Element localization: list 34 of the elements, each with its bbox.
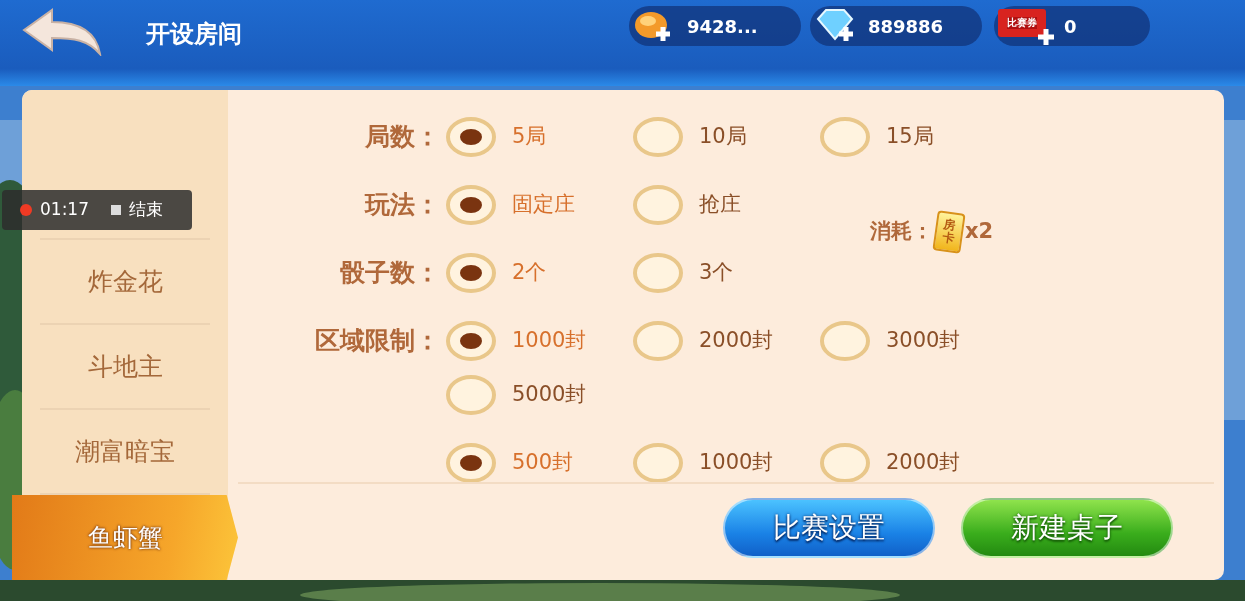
window-title: 开设房间 (146, 19, 243, 50)
cost-amount: x2 (965, 218, 994, 246)
radio-option[interactable]: 10局 (633, 110, 820, 164)
currency-amount: 0 (1064, 14, 1077, 39)
radio-option[interactable]: 5000封 (446, 368, 633, 422)
option-label: 骰子数： (339, 257, 441, 289)
radio-option[interactable]: 2000封 (633, 314, 820, 368)
room-card-icon: 房卡 (932, 210, 966, 254)
recording-time: 01:17 (40, 198, 89, 222)
currency-amount: 889886 (868, 14, 944, 39)
radio-option[interactable]: 5局 (446, 110, 633, 164)
radio-option[interactable]: 2个 (446, 246, 633, 300)
option-label: 玩法： (363, 189, 441, 221)
back-button[interactable] (22, 8, 102, 56)
stop-label[interactable]: 结束 (129, 197, 163, 223)
plus-icon[interactable] (1038, 29, 1054, 45)
recording-dot-icon (20, 204, 32, 216)
radio-option[interactable]: 1000封 (446, 314, 633, 368)
game-tab[interactable]: 炸金花 (40, 240, 210, 325)
currency-amount: 9428... (687, 14, 758, 39)
game-tab[interactable]: 斗地主 (40, 325, 210, 411)
radio-option[interactable]: 1000封 (633, 436, 820, 490)
option-label: 区域限制： (314, 325, 441, 357)
radio-option[interactable]: 500封 (446, 436, 633, 490)
radio-option[interactable]: 抢庄 (633, 178, 820, 232)
ticket-label: 比赛券 (1007, 17, 1037, 29)
radio-option[interactable]: 15局 (820, 110, 1007, 164)
radio-option[interactable]: 固定庄 (446, 178, 633, 232)
cost-label: 消耗： (870, 218, 933, 246)
option-label: 局数： (364, 121, 441, 153)
radio-option[interactable]: 3000封 (820, 314, 1007, 368)
radio-option[interactable]: 3个 (633, 246, 820, 300)
radio-option[interactable]: 2000封 (820, 436, 1007, 490)
match-settings-button[interactable]: 比赛设置 (723, 498, 935, 558)
